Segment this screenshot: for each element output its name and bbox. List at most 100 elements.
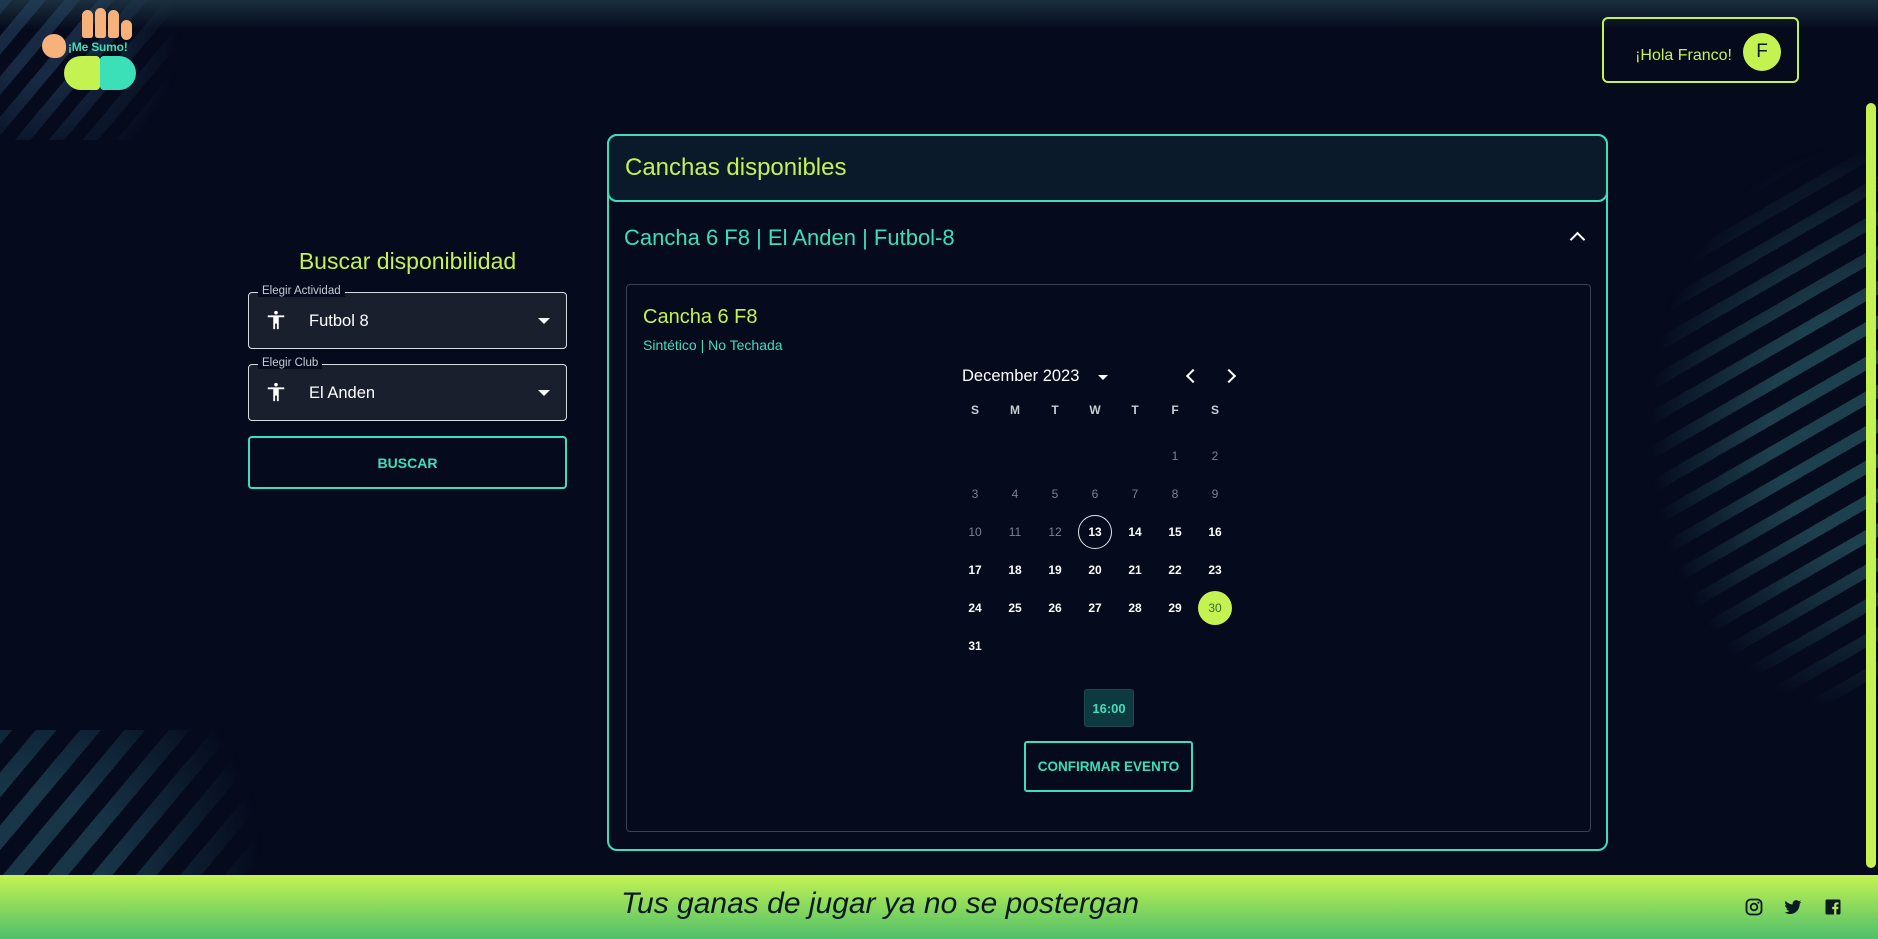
calendar-day-number: 4: [1011, 487, 1019, 501]
decorative-stripes-right: [1650, 150, 1878, 710]
user-greeting: ¡Hola Franco!: [1635, 47, 1732, 64]
calendar-day[interactable]: 24: [955, 589, 995, 627]
calendar-day-number: 2: [1211, 449, 1219, 463]
calendar-day[interactable]: 29: [1155, 589, 1195, 627]
courts-panel-title: Canchas disponibles: [625, 154, 847, 181]
activity-select[interactable]: Elegir Actividad Futbol 8: [248, 285, 567, 349]
available-courts-panel: Canchas disponibles Cancha 6 F8 | El And…: [607, 134, 1608, 851]
logo-text: ¡Me Sumo!: [68, 40, 128, 54]
court-name: Cancha 6 F8: [643, 306, 758, 328]
calendar-day-number: 22: [1168, 563, 1182, 577]
logo-hand-finger: [82, 10, 93, 38]
weekday-label: T: [1051, 403, 1059, 417]
weekday-label: W: [1089, 403, 1101, 417]
courts-panel-header: Canchas disponibles: [607, 134, 1608, 202]
calendar-day-number: 27: [1088, 601, 1102, 615]
court-details: Sintético | No Techada: [643, 337, 783, 353]
search-button[interactable]: BUSCAR: [248, 436, 567, 489]
club-select-value: El Anden: [309, 384, 376, 402]
calendar-day-number: 12: [1048, 525, 1062, 539]
calendar-day-number: 28: [1128, 601, 1142, 615]
instagram-icon[interactable]: [1744, 897, 1764, 917]
calendar-day-number: 13: [1078, 515, 1112, 549]
footer: Tus ganas de jugar ya no se postergan: [0, 875, 1878, 939]
calendar-day-number: 3: [971, 487, 979, 501]
calendar-day-number: 18: [1008, 563, 1022, 577]
avatar[interactable]: F: [1743, 33, 1781, 71]
club-select[interactable]: Elegir Club El Anden: [248, 357, 567, 421]
calendar-day[interactable]: 15: [1155, 513, 1195, 551]
calendar-day: 6: [1075, 475, 1115, 513]
calendar-day-number: 10: [968, 525, 982, 539]
chevron-left-icon[interactable]: [1185, 368, 1201, 384]
calendar-day: 3: [955, 475, 995, 513]
app-logo[interactable]: ¡Me Sumo!: [34, 8, 144, 92]
calendar-day: 8: [1155, 475, 1195, 513]
court-accordion-title[interactable]: Cancha 6 F8 | El Anden | Futbol-8: [624, 225, 955, 251]
chevron-up-icon[interactable]: [1569, 231, 1586, 248]
month-dropdown-icon[interactable]: [1098, 375, 1108, 380]
calendar-day-selected[interactable]: 30: [1195, 589, 1235, 627]
calendar-day[interactable]: 13: [1075, 513, 1115, 551]
calendar-day: 11: [995, 513, 1035, 551]
calendar-day-number: 19: [1048, 563, 1062, 577]
calendar-day-number: 23: [1208, 563, 1222, 577]
chevron-right-icon[interactable]: [1221, 368, 1237, 384]
calendar-day: 7: [1115, 475, 1155, 513]
calendar-day[interactable]: 27: [1075, 589, 1115, 627]
calendar-day: 10: [955, 513, 995, 551]
calendar-day-number: 25: [1008, 601, 1022, 615]
calendar-empty-cell: [995, 437, 1035, 475]
calendar-month-label[interactable]: December 2023: [962, 367, 1079, 386]
facebook-icon[interactable]: [1823, 897, 1843, 917]
calendar-day-number: 1: [1171, 449, 1179, 463]
calendar-day[interactable]: 20: [1075, 551, 1115, 589]
calendar-day-number: 30: [1198, 591, 1232, 625]
calendar-day[interactable]: 25: [995, 589, 1035, 627]
calendar-day-number: 21: [1128, 563, 1142, 577]
logo-palm-left: [64, 56, 100, 90]
calendar-day-number: 24: [968, 601, 982, 615]
weekday-label: S: [970, 403, 979, 417]
calendar-day-number: 31: [968, 639, 982, 653]
calendar-day[interactable]: 14: [1115, 513, 1155, 551]
calendar-weekdays: SMTWTFS: [955, 403, 1235, 417]
calendar-day-number: 9: [1211, 487, 1219, 501]
court-card: Cancha 6 F8 Sintético | No Techada Decem…: [626, 284, 1591, 832]
calendar-empty-cell: [1035, 437, 1075, 475]
calendar-day: 12: [1035, 513, 1075, 551]
time-slot-button[interactable]: 16:00: [1084, 689, 1134, 727]
calendar-days: 1 2 3 4 5 6 7 8 9 10 11 12 13 14 15 16 17 18 19 20 21 22 23 24 2…: [955, 437, 1235, 665]
search-title: Buscar disponibilidad: [298, 248, 517, 274]
calendar-day[interactable]: 28: [1115, 589, 1155, 627]
dropdown-arrow-icon: [538, 390, 550, 396]
user-menu[interactable]: ¡Hola Franco! F: [1602, 17, 1799, 83]
calendar-day-number: 14: [1128, 525, 1142, 539]
calendar-day-number: 29: [1168, 601, 1182, 615]
calendar-day-number: 11: [1008, 525, 1022, 539]
weekday-label: S: [1210, 403, 1219, 417]
calendar-day[interactable]: 26: [1035, 589, 1075, 627]
calendar-day[interactable]: 31: [955, 627, 995, 665]
calendar-empty-cell: [1115, 437, 1155, 475]
calendar-day[interactable]: 17: [955, 551, 995, 589]
calendar-day[interactable]: 21: [1115, 551, 1155, 589]
calendar-day[interactable]: 16: [1195, 513, 1235, 551]
page-scrollbar[interactable]: [1866, 103, 1876, 868]
confirm-event-button[interactable]: CONFIRMAR EVENTO: [1024, 741, 1193, 792]
calendar-day-number: 26: [1048, 601, 1062, 615]
activity-select-label: Elegir Actividad: [258, 285, 345, 297]
logo-hand-finger: [108, 10, 119, 38]
footer-tagline: Tus ganas de jugar ya no se postergan: [620, 887, 1140, 920]
weekday-label: T: [1131, 403, 1139, 417]
calendar-day-number: 5: [1051, 487, 1059, 501]
calendar-day[interactable]: 22: [1155, 551, 1195, 589]
logo-palm-right: [100, 56, 136, 90]
twitter-icon[interactable]: [1783, 897, 1803, 917]
calendar-day-number: 16: [1208, 525, 1222, 539]
calendar-day-number: 17: [968, 563, 982, 577]
calendar-day[interactable]: 19: [1035, 551, 1075, 589]
calendar-day[interactable]: 18: [995, 551, 1035, 589]
logo-hand-thumb: [42, 34, 66, 58]
calendar-day[interactable]: 23: [1195, 551, 1235, 589]
